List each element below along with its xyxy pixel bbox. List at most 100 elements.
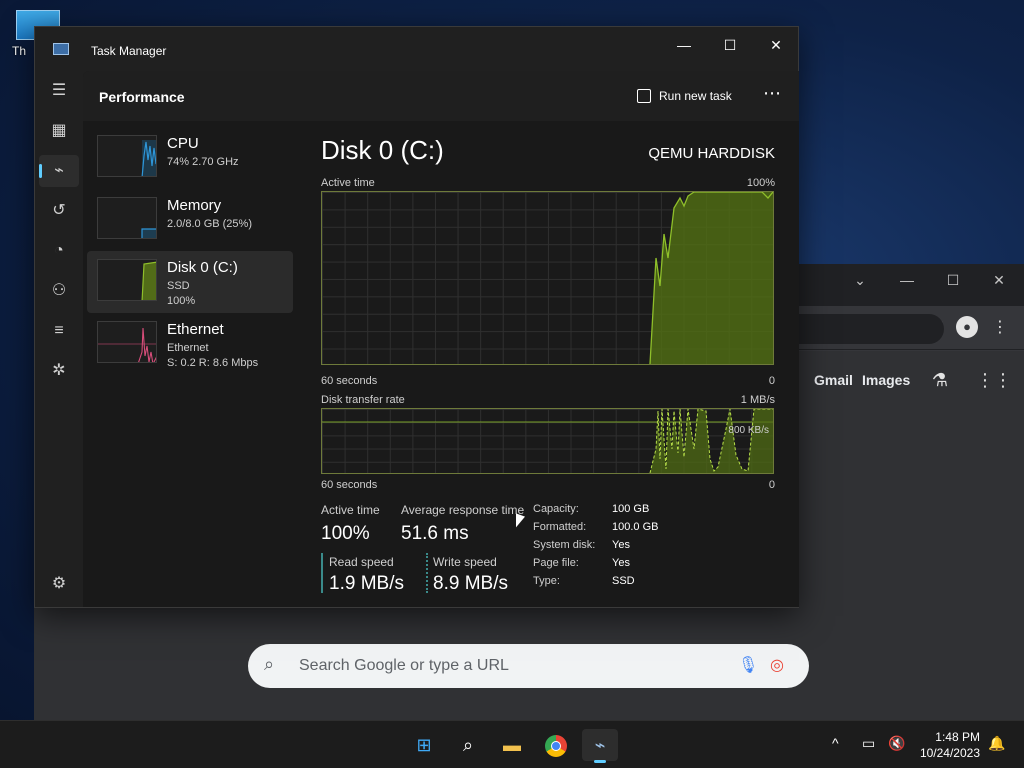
search-placeholder: Search Google or type a URL	[299, 657, 509, 674]
notification-bell-icon[interactable]: 🔔	[988, 735, 1005, 752]
resource-detail: 74% 2.70 GHz	[167, 156, 239, 168]
minimize-button[interactable]: —	[661, 31, 707, 59]
memory-thumbnail	[97, 197, 157, 239]
transfer-rate-graph: 800 KB/s	[321, 408, 774, 474]
clock-date: 10/24/2023	[919, 746, 980, 760]
active-graph-axis-start: 60 seconds	[321, 375, 378, 387]
resource-name: Disk 0 (C:)	[167, 259, 238, 276]
performance-page: Performance Run new task ⋯ CPU 74% 2.70 …	[83, 71, 799, 607]
services-icon[interactable]: ✲	[39, 355, 79, 387]
prop-capacity-key: Capacity:	[533, 503, 579, 515]
start-icon[interactable]: ⊞	[406, 729, 442, 761]
app-history-icon[interactable]: ↺	[39, 195, 79, 227]
page-header: Performance Run new task ⋯	[83, 71, 799, 121]
transfer-marker-label: 800 KB/s	[728, 425, 769, 436]
labs-flask-icon[interactable]: ⚗	[928, 368, 952, 392]
tab-search-icon[interactable]: ⌄	[845, 268, 875, 292]
resource-name: CPU	[167, 135, 199, 152]
window-title: Task Manager	[91, 44, 167, 58]
apps-grid-icon[interactable]: ⋮⋮	[976, 368, 1012, 392]
stat-active-time-value: 100%	[321, 523, 370, 544]
file-explorer-icon[interactable]: ▬	[494, 729, 530, 761]
stat-write-speed-label: Write speed	[433, 555, 497, 569]
resource-name: Ethernet	[167, 321, 224, 338]
add-task-icon	[637, 89, 651, 103]
profile-avatar[interactable]: ●	[956, 316, 978, 338]
nav-rail: ☰ ▦ ⌁ ↺ ◔ ⚇ ≡ ✲ ⚙	[35, 71, 83, 607]
chrome-menu-icon[interactable]: ⋮	[988, 316, 1012, 340]
resource-memory[interactable]: Memory 2.0/8.0 GB (25%)	[87, 189, 293, 251]
disk-model: QEMU HARDDISK	[648, 145, 775, 162]
startup-apps-icon[interactable]: ◔	[39, 235, 79, 267]
resource-type: SSD	[167, 280, 190, 292]
details-icon[interactable]: ≡	[39, 315, 79, 347]
prop-formatted-key: Formatted:	[533, 521, 587, 533]
transfer-graph-axis-end: 0	[768, 479, 775, 491]
stat-write-speed-value: 8.9 MB/s	[433, 573, 508, 594]
disk-detail-panel: Disk 0 (C:) QEMU HARDDISK Active time 10…	[321, 135, 781, 605]
task-manager-app-icon	[53, 43, 69, 55]
google-search-box[interactable]: ⌕ Search Google or type a URL 🎙 ◎	[248, 644, 809, 688]
minimize-button[interactable]: —	[892, 268, 922, 292]
stat-read-speed-label: Read speed	[329, 555, 394, 569]
resource-cpu[interactable]: CPU 74% 2.70 GHz	[87, 127, 293, 189]
close-button[interactable]: ✕	[984, 268, 1014, 292]
active-time-graph	[321, 191, 774, 365]
processes-icon[interactable]: ▦	[39, 115, 79, 147]
prop-capacity-value: 100 GB	[612, 503, 650, 515]
maximize-button[interactable]: ☐	[707, 31, 753, 59]
clock-time: 1:48 PM	[935, 730, 980, 744]
prop-system-disk-value: Yes	[612, 539, 630, 551]
more-options-icon[interactable]: ⋯	[763, 83, 782, 104]
users-icon[interactable]: ⚇	[39, 275, 79, 307]
prop-formatted-value: 100.0 GB	[612, 521, 659, 533]
mouse-cursor-icon	[516, 513, 525, 531]
resource-ethernet[interactable]: Ethernet Ethernet S: 0.2 R: 8.6 Mbps	[87, 313, 293, 375]
resource-list: CPU 74% 2.70 GHz Memory 2.0/8.0 GB (25%)	[87, 127, 293, 375]
run-new-task-label: Run new task	[659, 89, 732, 103]
taskbar: ⊞ ⌕ ▬ ⌁ ^ ▭ 🔇 1:48 PM 10/24/2023 🔔	[0, 720, 1024, 768]
close-button[interactable]: ✕	[753, 31, 799, 59]
images-link[interactable]: Images	[862, 372, 910, 388]
show-hidden-icons[interactable]: ^	[832, 735, 839, 751]
clock[interactable]: 1:48 PM 10/24/2023	[920, 729, 980, 761]
prop-page-file-value: Yes	[612, 557, 630, 569]
resource-throughput: S: 0.2 R: 8.6 Mbps	[167, 357, 259, 369]
search-icon[interactable]: ⌕	[450, 729, 486, 761]
settings-icon[interactable]: ⚙	[39, 568, 79, 600]
task-manager-icon[interactable]: ⌁	[582, 729, 618, 763]
performance-icon[interactable]: ⌁	[39, 155, 79, 187]
disk-thumbnail	[97, 259, 157, 301]
active-time-max: 100%	[746, 177, 775, 189]
transfer-rate-label: Disk transfer rate	[321, 394, 405, 406]
prop-system-disk-key: System disk:	[533, 539, 596, 551]
run-new-task-button[interactable]: Run new task	[637, 89, 732, 103]
active-graph-axis-end: 0	[768, 375, 775, 387]
stat-read-speed-value: 1.9 MB/s	[329, 573, 404, 594]
stat-avg-response-value: 51.6 ms	[401, 523, 469, 544]
volume-muted-icon[interactable]: 🔇	[888, 735, 905, 752]
search-icon: ⌕	[264, 654, 275, 674]
read-speed-indicator	[321, 553, 323, 593]
write-speed-indicator	[426, 553, 428, 593]
resource-detail: 2.0/8.0 GB (25%)	[167, 218, 252, 230]
gmail-link[interactable]: Gmail	[814, 372, 853, 388]
resource-disk[interactable]: Disk 0 (C:) SSD 100%	[87, 251, 293, 313]
hamburger-icon[interactable]: ☰	[39, 75, 79, 107]
ethernet-thumbnail	[97, 321, 157, 363]
maximize-button[interactable]: ☐	[938, 268, 968, 292]
voice-search-icon[interactable]: 🎙	[738, 655, 758, 675]
transfer-rate-max: 1 MB/s	[740, 394, 775, 406]
address-bar[interactable]	[794, 314, 944, 344]
transfer-graph-axis-start: 60 seconds	[321, 479, 378, 491]
prop-type-value: SSD	[612, 575, 635, 587]
detail-title: Disk 0 (C:)	[321, 135, 444, 165]
google-lens-icon[interactable]: ◎	[770, 655, 784, 675]
chrome-icon[interactable]	[538, 729, 574, 761]
stat-avg-response-label: Average response time	[401, 503, 525, 517]
stat-active-time-label: Active time	[321, 503, 380, 517]
task-manager-window: Task Manager — ☐ ✕ ☰ ▦ ⌁ ↺ ◔ ⚇ ≡ ✲ ⚙ Per…	[34, 26, 799, 608]
network-icon[interactable]: ▭	[862, 735, 875, 752]
prop-page-file-key: Page file:	[533, 557, 579, 569]
prop-type-key: Type:	[533, 575, 560, 587]
